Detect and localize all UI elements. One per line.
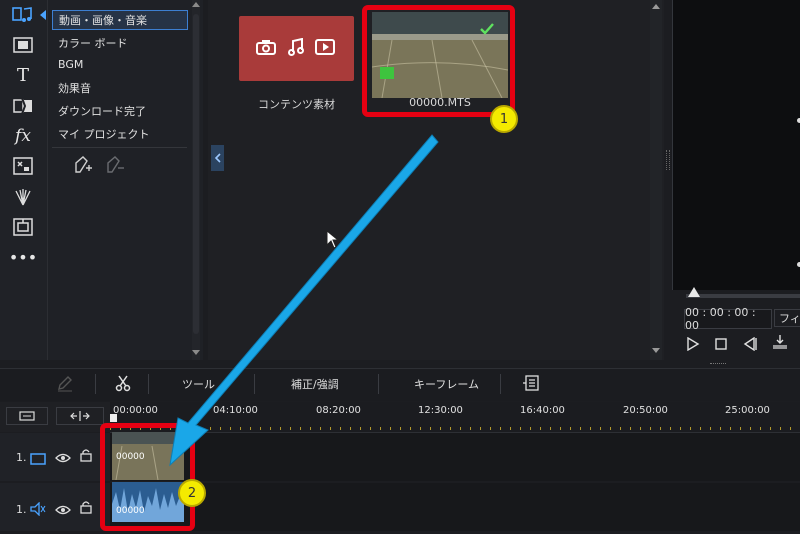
drag-arrow-icon [169, 134, 439, 467]
